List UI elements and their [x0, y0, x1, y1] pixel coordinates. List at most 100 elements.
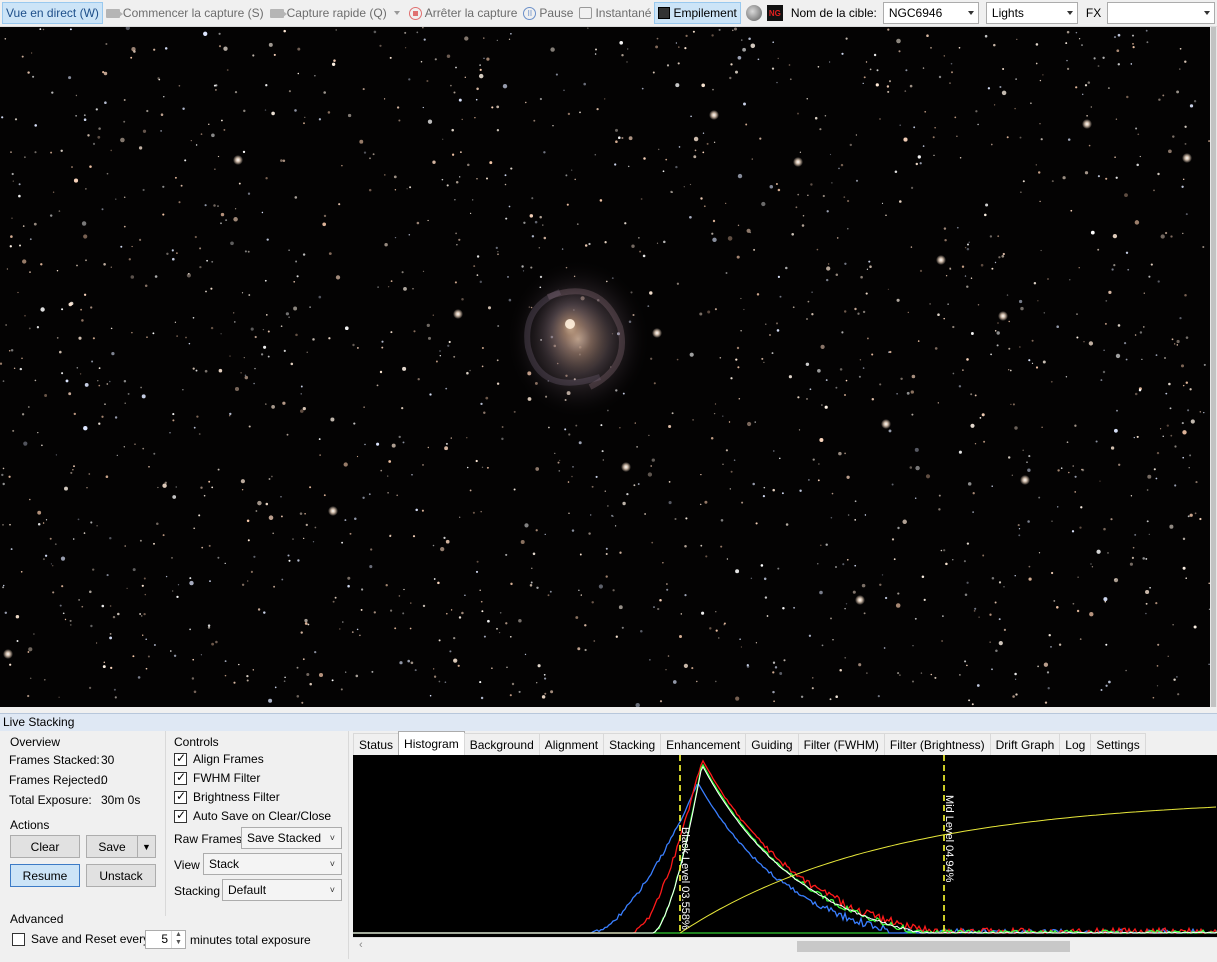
fx-combo[interactable]	[1107, 2, 1216, 24]
star	[578, 441, 582, 445]
scroll-thumb[interactable]	[797, 941, 1070, 952]
star	[1182, 430, 1187, 435]
scroll-thumb[interactable]	[1211, 27, 1216, 707]
stop-capture-button[interactable]: Arrêter la capture	[406, 2, 521, 24]
star	[10, 548, 13, 551]
tab-filter-fwhm[interactable]: Filter (FWHM)	[797, 733, 885, 755]
snapshot-button[interactable]: Instantané	[576, 2, 654, 24]
quick-capture-button[interactable]: Capture rapide (Q)	[267, 2, 390, 24]
stacking-toggle-button[interactable]: Empilement	[654, 2, 741, 24]
star	[208, 480, 211, 483]
star	[666, 588, 669, 591]
tab-background[interactable]: Background	[463, 733, 540, 755]
star	[246, 679, 249, 682]
star	[1096, 549, 1101, 554]
minutes-spinner[interactable]: 5 ▲ ▼	[145, 930, 186, 949]
star	[707, 310, 711, 314]
star	[144, 593, 147, 596]
resume-button[interactable]: Resume	[10, 864, 80, 887]
tab-drift-graph[interactable]: Drift Graph	[989, 733, 1061, 755]
star	[643, 157, 646, 160]
star	[218, 45, 222, 48]
star	[44, 394, 48, 397]
star	[330, 417, 335, 422]
star	[247, 192, 251, 195]
scroll-left-icon[interactable]: ‹	[359, 939, 363, 951]
star	[193, 426, 196, 429]
frame-type-combo[interactable]: Lights	[985, 2, 1078, 24]
star	[1129, 562, 1133, 566]
star	[1185, 213, 1188, 216]
star	[1189, 454, 1192, 457]
star	[657, 607, 660, 611]
star	[750, 577, 753, 580]
star	[241, 488, 244, 491]
star	[205, 290, 207, 293]
bright-star	[998, 311, 1008, 321]
quick-capture-dropdown-icon[interactable]	[393, 11, 400, 15]
star	[280, 496, 282, 498]
save-reset-checkbox[interactable]: Save and Reset every	[12, 932, 149, 946]
star	[369, 157, 371, 160]
fwhm-filter-checkbox[interactable]: FWHM Filter	[174, 770, 260, 785]
live-view-button[interactable]: Vue en direct (W)	[2, 2, 103, 24]
clear-button[interactable]: Clear	[10, 835, 80, 858]
tab-log[interactable]: Log	[1059, 733, 1092, 755]
histogram-view[interactable]: Black Level 03.558% Mid Level 04.94%	[353, 755, 1217, 937]
star	[576, 223, 579, 225]
moon-icon[interactable]	[745, 5, 762, 21]
tab-settings[interactable]: Settings	[1090, 733, 1146, 755]
view-select[interactable]: Stack ˅	[203, 853, 342, 875]
star	[504, 183, 507, 186]
star	[868, 260, 871, 263]
star	[1123, 341, 1127, 345]
star	[98, 384, 101, 387]
tab-histogram[interactable]: Histogram	[398, 731, 465, 755]
image-vertical-scrollbar[interactable]	[1210, 27, 1217, 707]
star	[139, 539, 142, 542]
star	[1188, 467, 1190, 469]
unstack-button[interactable]: Unstack	[86, 864, 156, 887]
star	[974, 443, 977, 445]
tab-enhancement[interactable]: Enhancement	[660, 733, 747, 755]
image-viewer[interactable]	[0, 27, 1210, 707]
star	[1002, 68, 1005, 70]
save-button[interactable]: Save	[86, 835, 138, 858]
save-options-button[interactable]: ▼	[137, 835, 156, 858]
star	[781, 492, 784, 495]
star	[788, 375, 792, 379]
tab-filter-brightness[interactable]: Filter (Brightness)	[883, 733, 991, 755]
star	[200, 486, 203, 489]
star	[207, 624, 211, 627]
star	[702, 151, 705, 154]
star	[684, 545, 687, 548]
spinner-arrows-icon[interactable]: ▲ ▼	[171, 931, 185, 948]
align-frames-checkbox[interactable]: Align Frames	[174, 751, 264, 766]
save-reset-box[interactable]	[12, 932, 25, 946]
star	[128, 258, 131, 261]
star	[676, 282, 680, 285]
star	[896, 298, 900, 302]
auto-save-checkbox[interactable]: Auto Save on Clear/Close	[174, 808, 331, 823]
tab-alignment[interactable]: Alignment	[538, 733, 605, 755]
star	[64, 486, 68, 491]
star	[303, 122, 305, 125]
stacking-mode-select[interactable]: Default ˅	[222, 879, 342, 901]
tab-guiding[interactable]: Guiding	[745, 733, 799, 755]
histogram-horizontal-scrollbar[interactable]: ‹	[353, 937, 1217, 954]
star	[189, 577, 192, 580]
overview-title: Overview	[10, 735, 61, 749]
star	[190, 139, 192, 142]
star	[718, 637, 720, 639]
pause-button[interactable]: II Pause	[520, 2, 576, 24]
start-capture-button[interactable]: Commencer la capture (S)	[103, 2, 267, 24]
brightness-filter-checkbox[interactable]: Brightness Filter	[174, 789, 280, 804]
tab-stacking[interactable]: Stacking	[603, 733, 662, 755]
star	[940, 549, 943, 552]
raw-frames-select[interactable]: Save Stacked ˅	[241, 827, 342, 849]
ngc-catalog-icon[interactable]: NG	[766, 5, 783, 21]
tab-status[interactable]: Status	[353, 733, 400, 755]
target-name-combo[interactable]: NGC6946	[882, 2, 979, 24]
star	[1125, 669, 1127, 672]
star	[204, 369, 208, 373]
